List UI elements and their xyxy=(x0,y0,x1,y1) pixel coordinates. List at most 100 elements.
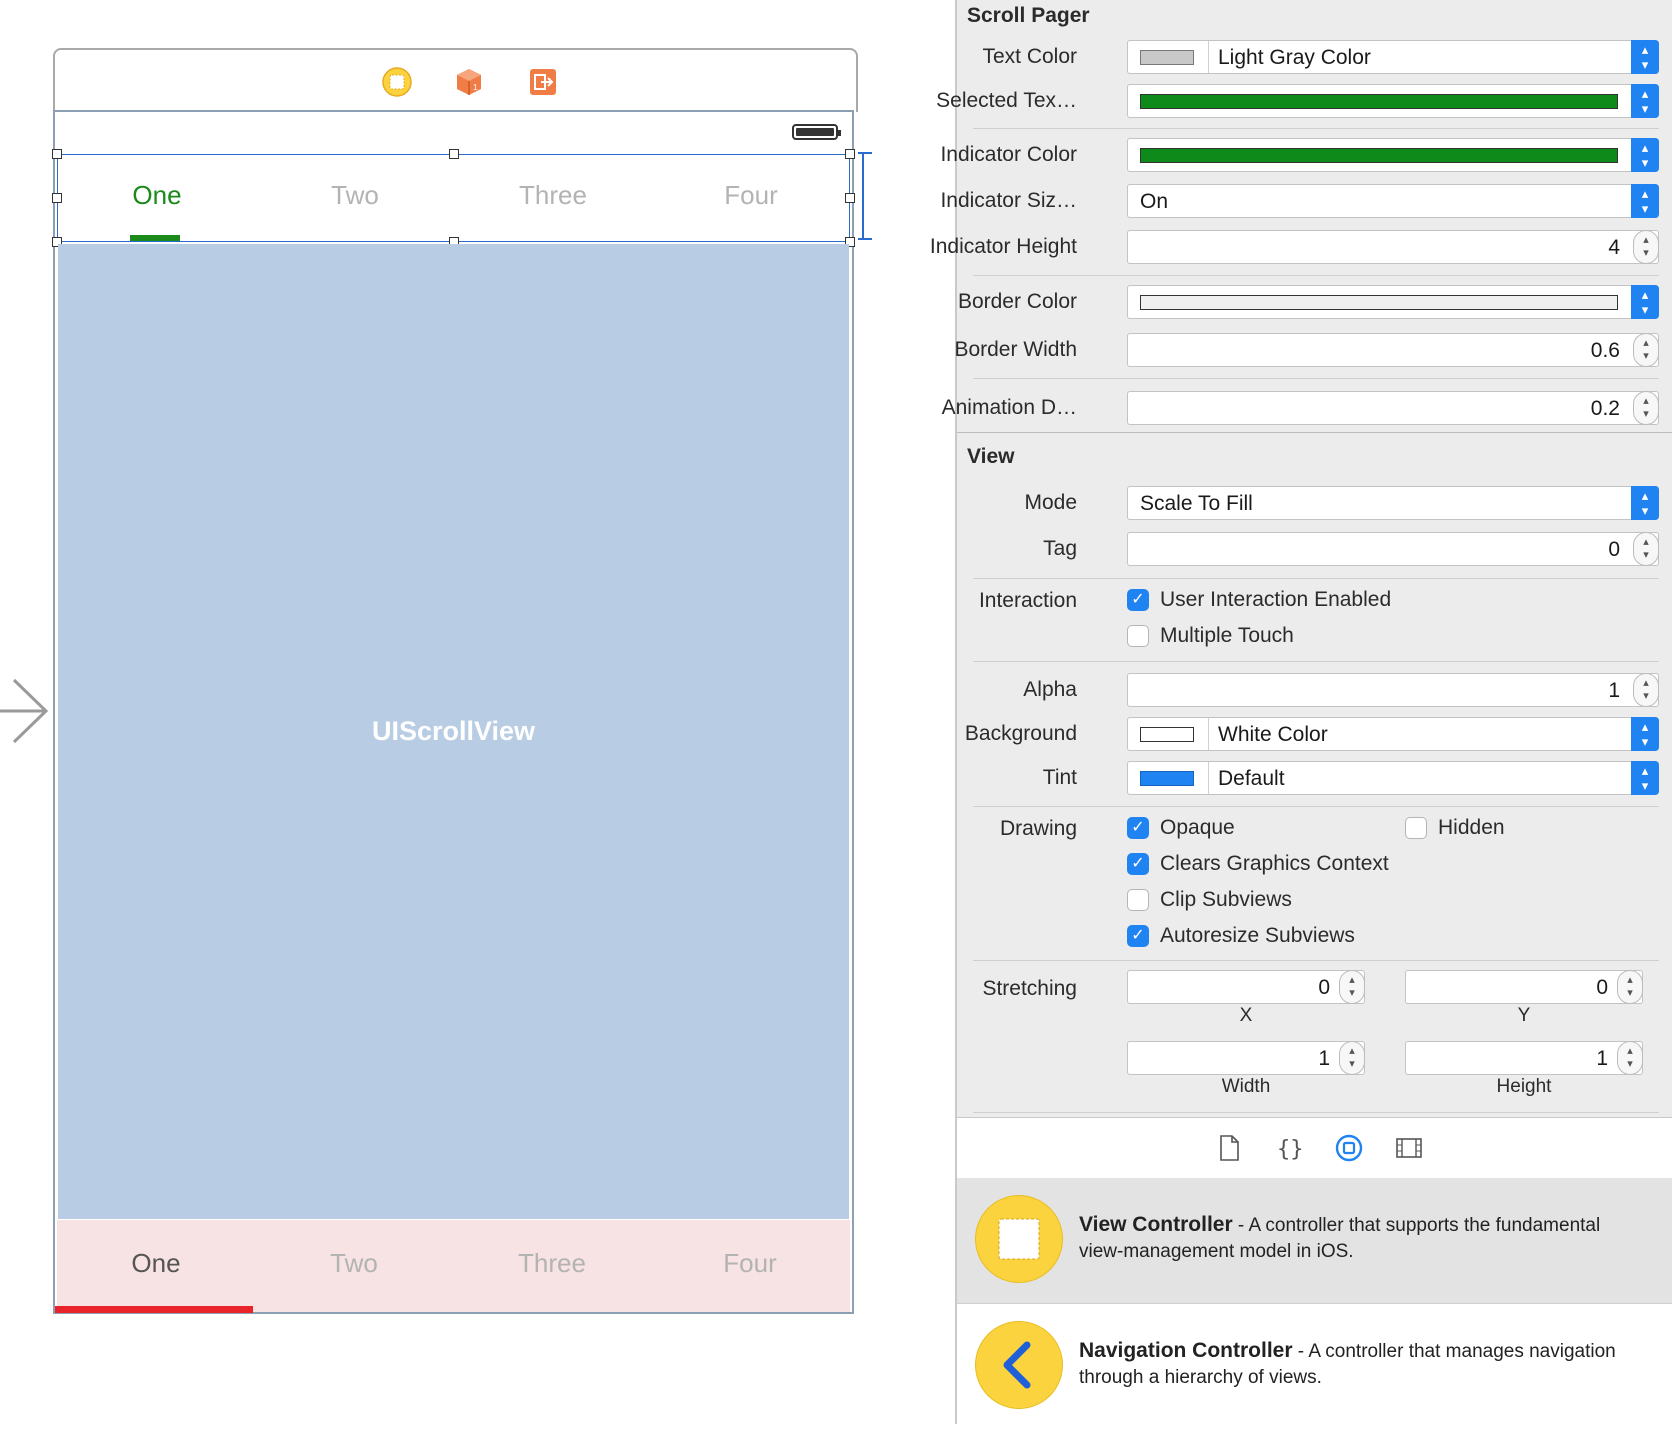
stretching-y-field[interactable]: 0 ▴ ▾ xyxy=(1405,970,1643,1004)
clip-subviews-checkbox[interactable] xyxy=(1127,889,1149,911)
background-value: White Color xyxy=(1218,723,1328,746)
status-bar xyxy=(55,112,852,154)
border-width-field[interactable]: 0.6 ▴ ▾ xyxy=(1127,333,1659,367)
exit-icon[interactable] xyxy=(527,66,559,98)
stepper-icon[interactable]: ▴ ▾ xyxy=(1617,970,1643,1004)
media-icon[interactable] xyxy=(1394,1133,1424,1163)
alpha-field[interactable]: 1 ▴ ▾ xyxy=(1127,673,1659,707)
tint-popup[interactable]: Default ▴ ▾ xyxy=(1127,761,1659,795)
section-title-view: View xyxy=(967,445,1015,468)
popup-chevron-icon[interactable]: ▴ ▾ xyxy=(1631,138,1659,172)
library-item-text: Navigation Controller - A controller tha… xyxy=(1079,1339,1616,1388)
library-item-name: Navigation Controller xyxy=(1079,1339,1293,1362)
indicator-color-label: Indicator Color xyxy=(940,143,1077,166)
top-scroll-pager[interactable]: One Two Three Four xyxy=(52,149,855,247)
selected-text-color-label: Selected Tex… xyxy=(936,89,1077,112)
file-icon[interactable] xyxy=(1214,1133,1244,1163)
stepper-icon[interactable]: ▴ ▾ xyxy=(1633,230,1659,264)
tag-label: Tag xyxy=(1043,537,1077,560)
braces-icon[interactable]: {} xyxy=(1274,1133,1304,1163)
view-controller-icon xyxy=(975,1195,1063,1283)
scroll-view-label: UIScrollView xyxy=(371,716,536,746)
view-controller-icon[interactable] xyxy=(381,66,413,98)
tag-field[interactable]: 0 ▴ ▾ xyxy=(1127,532,1659,566)
stepper-icon[interactable]: ▴ ▾ xyxy=(1633,532,1659,566)
bottom-tab-one[interactable]: One xyxy=(57,1220,255,1312)
iphone-frame: One Two Three Four UIScrollView One Two … xyxy=(52,110,855,1314)
resize-handle[interactable] xyxy=(845,193,855,203)
stretching-x-field[interactable]: 0 ▴ ▾ xyxy=(1127,970,1365,1004)
opaque-checkbox[interactable]: ✓ xyxy=(1127,817,1149,839)
border-width-value: 0.6 xyxy=(1590,339,1620,362)
svg-text:1: 1 xyxy=(473,83,478,92)
indicator-size-popup[interactable]: On ▴ ▾ xyxy=(1127,184,1659,218)
popup-chevron-icon[interactable]: ▴ ▾ xyxy=(1631,717,1659,751)
library-item-navigation-controller[interactable]: Navigation Controller - A controller tha… xyxy=(957,1304,1672,1429)
color-swatch xyxy=(1140,148,1618,163)
bottom-scroll-pager[interactable]: One Two Three Four xyxy=(57,1220,850,1312)
stepper-icon[interactable]: ▴ ▾ xyxy=(1339,1041,1365,1075)
bottom-tab-four[interactable]: Four xyxy=(651,1220,849,1312)
top-tab-one[interactable]: One xyxy=(58,155,256,241)
resize-handle[interactable] xyxy=(449,149,459,159)
stepper-icon[interactable]: ▴ ▾ xyxy=(1633,673,1659,707)
bottom-pager-indicator xyxy=(55,1306,253,1313)
library-item-text: View Controller - A controller that supp… xyxy=(1079,1213,1601,1262)
border-color-popup[interactable]: ▴ ▾ xyxy=(1127,285,1659,319)
selected-text-color-popup[interactable]: ▴ ▾ xyxy=(1127,84,1659,118)
hidden-label: Hidden xyxy=(1438,816,1505,839)
popup-chevron-icon[interactable]: ▴ ▾ xyxy=(1631,486,1659,520)
mode-label: Mode xyxy=(1024,491,1077,514)
library-item-view-controller[interactable]: View Controller - A controller that supp… xyxy=(957,1178,1672,1304)
tint-value: Default xyxy=(1218,767,1285,790)
multiple-touch-checkbox[interactable] xyxy=(1127,625,1149,647)
resize-handle[interactable] xyxy=(845,149,855,159)
library-tab-strip: {} xyxy=(957,1117,1672,1179)
resize-handle[interactable] xyxy=(52,193,62,203)
bottom-tab-three[interactable]: Three xyxy=(453,1220,651,1312)
object-icon[interactable] xyxy=(1334,1133,1364,1163)
top-tab-three[interactable]: Three xyxy=(454,155,652,241)
stepper-icon[interactable]: ▴ ▾ xyxy=(1617,1041,1643,1075)
popup-chevron-icon[interactable]: ▴ ▾ xyxy=(1631,761,1659,795)
text-color-popup[interactable]: Light Gray Color ▴ ▾ xyxy=(1127,40,1659,74)
alpha-label: Alpha xyxy=(1023,678,1077,701)
color-swatch xyxy=(1140,50,1194,65)
hidden-checkbox[interactable] xyxy=(1405,817,1427,839)
animation-duration-value: 0.2 xyxy=(1590,397,1620,420)
resize-handle[interactable] xyxy=(52,149,62,159)
stretching-height-caption: Height xyxy=(1496,1076,1552,1097)
user-interaction-enabled-checkbox[interactable]: ✓ xyxy=(1127,589,1149,611)
tag-value: 0 xyxy=(1608,538,1620,561)
first-responder-icon[interactable]: 1 xyxy=(453,66,485,98)
border-color-label: Border Color xyxy=(957,290,1077,313)
indicator-height-field[interactable]: 4 ▴ ▾ xyxy=(1127,230,1659,264)
popup-chevron-icon[interactable]: ▴ ▾ xyxy=(1631,285,1659,319)
mode-popup[interactable]: Scale To Fill ▴ ▾ xyxy=(1127,486,1659,520)
stretching-width-field[interactable]: 1 ▴ ▾ xyxy=(1127,1041,1365,1075)
stepper-icon[interactable]: ▴ ▾ xyxy=(1633,391,1659,425)
entry-point-arrow-icon[interactable] xyxy=(0,676,52,746)
tint-label: Tint xyxy=(1042,766,1077,789)
stretching-height-field[interactable]: 1 ▴ ▾ xyxy=(1405,1041,1643,1075)
popup-chevron-icon[interactable]: ▴ ▾ xyxy=(1631,40,1659,74)
indicator-size-value: On xyxy=(1140,190,1169,213)
top-tab-two[interactable]: Two xyxy=(256,155,454,241)
stepper-icon[interactable]: ▴ ▾ xyxy=(1339,970,1365,1004)
background-popup[interactable]: White Color ▴ ▾ xyxy=(1127,717,1659,751)
popup-chevron-icon[interactable]: ▴ ▾ xyxy=(1631,184,1659,218)
top-tab-four[interactable]: Four xyxy=(652,155,850,241)
bottom-tab-two[interactable]: Two xyxy=(255,1220,453,1312)
animation-duration-field[interactable]: 0.2 ▴ ▾ xyxy=(1127,391,1659,425)
interaction-label: Interaction xyxy=(978,589,1077,612)
indicator-color-popup[interactable]: ▴ ▾ xyxy=(1127,138,1659,172)
stretching-label: Stretching xyxy=(982,977,1077,1000)
stretching-y-value: 0 xyxy=(1596,976,1608,999)
indicator-size-label: Indicator Siz… xyxy=(940,189,1077,212)
scroll-view[interactable]: UIScrollView xyxy=(58,244,849,1219)
popup-chevron-icon[interactable]: ▴ ▾ xyxy=(1631,84,1659,118)
autoresize-subviews-checkbox[interactable]: ✓ xyxy=(1127,925,1149,947)
stretching-height-value: 1 xyxy=(1596,1047,1608,1070)
stepper-icon[interactable]: ▴ ▾ xyxy=(1633,333,1659,367)
clears-graphics-context-checkbox[interactable]: ✓ xyxy=(1127,853,1149,875)
